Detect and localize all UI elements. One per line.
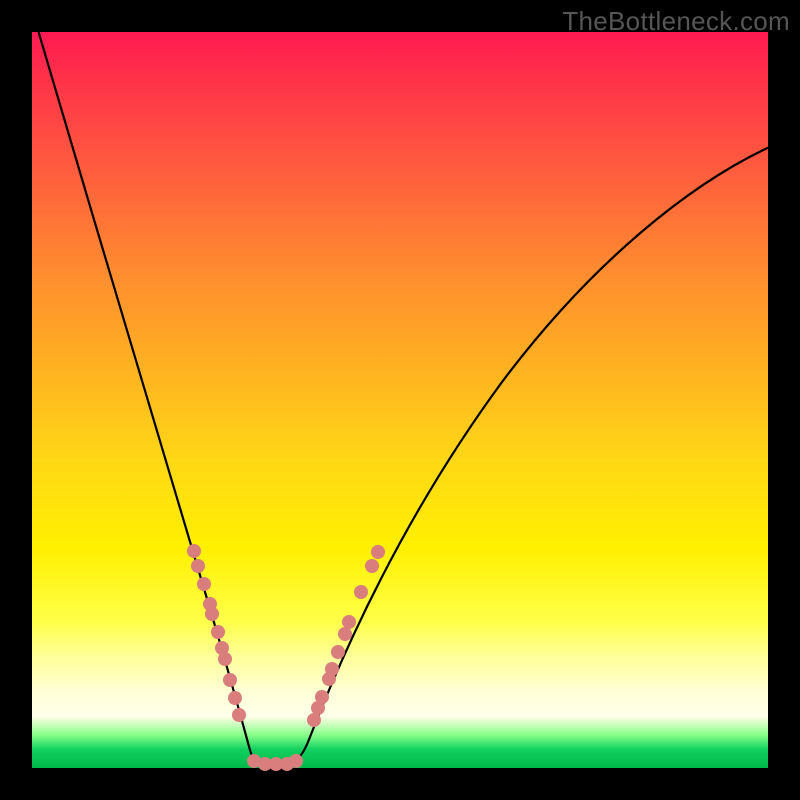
series-right-curve [284, 145, 774, 765]
watermark-text: TheBottleneck.com [562, 6, 790, 37]
chart-frame: TheBottleneck.com [0, 0, 800, 800]
plot-area [32, 32, 768, 768]
right-cluster-dot [354, 585, 368, 599]
right-cluster-dot [338, 627, 352, 641]
left-cluster-dot [223, 673, 237, 687]
left-cluster-dot [205, 607, 219, 621]
right-cluster-dot [331, 645, 345, 659]
left-cluster-dot [228, 691, 242, 705]
left-cluster-dot [218, 652, 232, 666]
bottom-cluster-dot [289, 754, 303, 768]
right-cluster-dot [342, 615, 356, 629]
right-cluster-dot [365, 559, 379, 573]
right-cluster-dot [371, 545, 385, 559]
chart-svg [32, 32, 768, 768]
left-cluster-dot [197, 577, 211, 591]
left-cluster-dot [232, 708, 246, 722]
left-cluster-dot [191, 559, 205, 573]
left-cluster-dot [211, 625, 225, 639]
series-left-curve [35, 20, 266, 765]
right-cluster-dot [325, 662, 339, 676]
dot-layer [187, 544, 385, 771]
right-cluster-dot [315, 690, 329, 704]
curve-layer [35, 20, 774, 765]
right-cluster-dot [307, 713, 321, 727]
left-cluster-dot [187, 544, 201, 558]
